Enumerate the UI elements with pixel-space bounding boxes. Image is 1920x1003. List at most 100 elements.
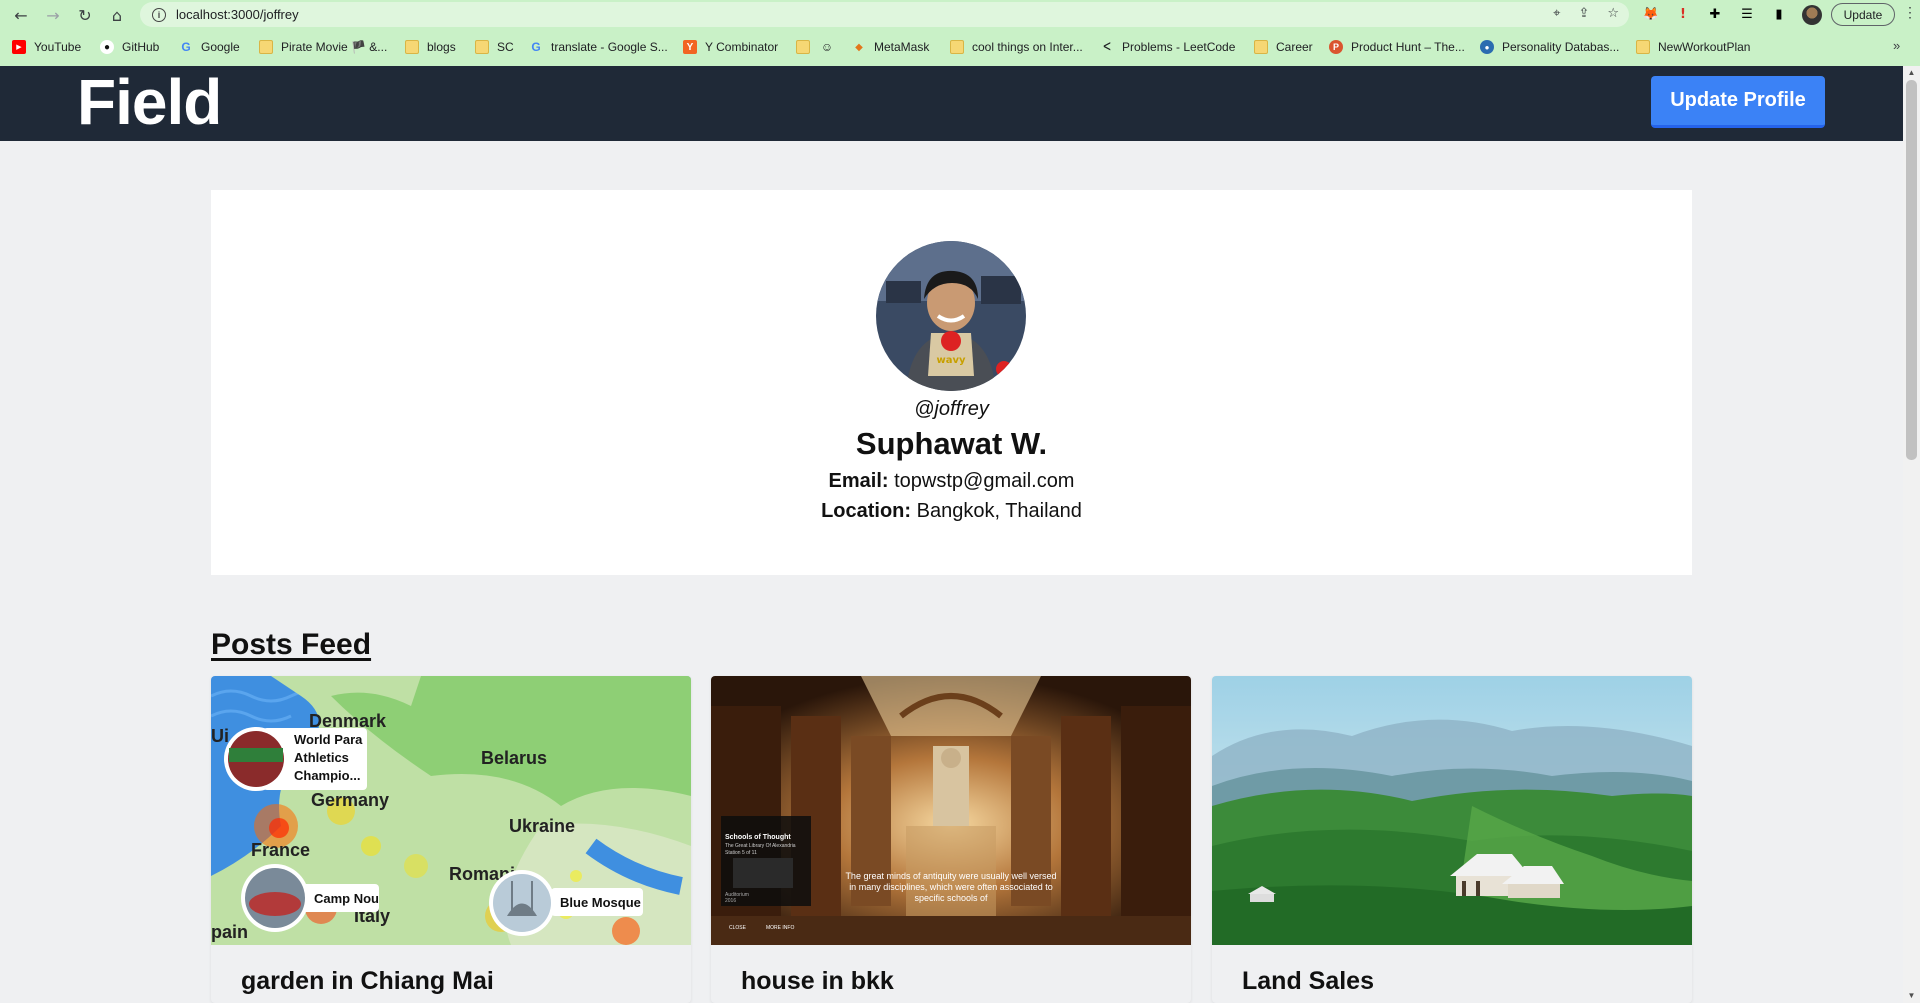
youtube-icon: ▶ <box>12 40 26 54</box>
bookmark-item[interactable] <box>796 36 818 58</box>
profile-location: Bangkok, Thailand <box>916 500 1082 522</box>
smiley-icon: ☺ <box>820 40 834 54</box>
overlay-sub1: The Great Library Of Alexandria <box>725 843 796 849</box>
profile-avatar-icon[interactable] <box>1802 5 1822 25</box>
folder-icon <box>259 40 273 54</box>
map-pin-label: Camp Nou <box>314 891 379 906</box>
post-card[interactable]: Schools of Thought The Great Library Of … <box>711 676 1191 1003</box>
bookmark-item[interactable]: SC <box>475 36 514 58</box>
bookmark-item[interactable]: ◆ MetaMask <box>852 36 929 58</box>
github-icon: ● <box>100 40 114 54</box>
profile-location-line: Location: Bangkok, Thailand <box>211 500 1692 523</box>
bookmark-item[interactable]: G Google <box>179 36 239 58</box>
bookmark-item[interactable]: NewWorkoutPlan <box>1636 36 1750 58</box>
browser-update-button[interactable]: Update <box>1831 3 1895 26</box>
browser-chrome: ← → ↻ ⌂ i localhost:3000/joffrey ⌖ ⇪ ☆ 🦊… <box>0 0 1920 66</box>
folder-icon <box>796 40 810 54</box>
menu-kebab-icon[interactable]: ⋮ <box>1903 4 1917 21</box>
map-pin-label: Blue Mosque <box>560 895 641 910</box>
extensions-puzzle-icon[interactable]: ✚ <box>1706 5 1724 23</box>
address-bar[interactable]: i localhost:3000/joffrey ⌖ ⇪ ☆ <box>140 2 1629 27</box>
overlay-more: MORE INFO <box>766 925 794 931</box>
folder-icon <box>950 40 964 54</box>
bookmark-item[interactable]: Gtranslate - Google S... <box>529 36 667 58</box>
scroll-down-arrow-icon[interactable]: ▼ <box>1906 991 1917 1001</box>
email-label: Email: <box>828 470 889 492</box>
profile-card: wavy @joffrey Suphawat W. Email: topwstp… <box>211 190 1692 575</box>
url-text: localhost:3000/joffrey <box>176 7 299 22</box>
app-logo[interactable]: Field <box>77 66 222 138</box>
bookmark-star-icon[interactable]: ☆ <box>1607 6 1619 21</box>
overlay-close: CLOSE <box>729 925 747 931</box>
post-image-library: Schools of Thought The Great Library Of … <box>711 676 1191 945</box>
folder-icon <box>405 40 419 54</box>
location-label: Location: <box>821 500 912 522</box>
svg-text:wavy: wavy <box>936 355 966 366</box>
profile-email-line: Email: topwstp@gmail.com <box>211 470 1692 493</box>
profile-avatar: wavy <box>876 241 1026 391</box>
overlay-heading: Schools of Thought <box>725 834 791 841</box>
bookmark-item[interactable]: ᐸ Problems - LeetCode <box>1100 36 1235 58</box>
bookmark-item[interactable]: cool things on Inter... <box>950 36 1083 58</box>
post-image-map: Denmark Belarus Germany Ukraine France R… <box>211 676 691 945</box>
map-label-france: France <box>251 840 310 860</box>
post-image-landscape <box>1212 676 1692 945</box>
map-label-spain: pain <box>211 922 248 942</box>
overlay-caption: The great minds of antiquity were usuall… <box>845 871 1057 903</box>
app-header: Field Update Profile <box>0 66 1903 141</box>
post-card[interactable]: Land Sales <box>1212 676 1692 1003</box>
profile-email: topwstp@gmail.com <box>894 470 1075 492</box>
metamask-extension-icon[interactable]: 🦊 <box>1642 5 1660 23</box>
reading-list-icon[interactable]: ☰ <box>1738 5 1756 23</box>
google-icon: G <box>531 40 541 54</box>
post-card[interactable]: Denmark Belarus Germany Ukraine France R… <box>211 676 691 1003</box>
bookmark-item[interactable]: YY Combinator <box>683 36 778 58</box>
share-icon[interactable]: ⇪ <box>1578 6 1589 21</box>
bookmark-item[interactable]: ● GitHub <box>100 36 159 58</box>
personality-db-icon: ● <box>1480 40 1494 54</box>
map-pin-world-para: World Para Athletics Champio... <box>224 727 367 791</box>
profile-full-name: Suphawat W. <box>855 426 1048 461</box>
folder-icon <box>1636 40 1650 54</box>
bookmark-item[interactable]: ● Personality Databas... <box>1480 36 1619 58</box>
bookmark-item[interactable]: Pirate Movie 🏴 &... <box>259 36 387 58</box>
ycombinator-icon: Y <box>683 40 697 54</box>
folder-icon <box>475 40 489 54</box>
home-icon[interactable]: ⌂ <box>106 4 128 26</box>
bookmark-item[interactable]: blogs <box>405 36 456 58</box>
map-pin-label: World Para <box>294 732 363 747</box>
profile-username: @joffrey <box>914 398 989 420</box>
bookmark-item[interactable]: Career <box>1254 36 1313 58</box>
map-label-ukraine: Ukraine <box>509 816 575 836</box>
reload-icon[interactable]: ↻ <box>74 4 96 26</box>
location-pin-icon[interactable]: ⌖ <box>1553 6 1560 21</box>
producthunt-icon: P <box>1329 40 1343 54</box>
overlay-sub2: Station 5 of 11 <box>725 850 757 856</box>
bookmark-item[interactable]: ☺ <box>820 36 842 58</box>
bookmark-item[interactable]: ▶ YouTube <box>12 36 81 58</box>
svg-text:Champio...: Champio... <box>294 768 360 783</box>
map-label-germany: Germany <box>311 790 389 810</box>
svg-text:Athletics: Athletics <box>294 750 349 765</box>
browser-toolbar: ← → ↻ ⌂ i localhost:3000/joffrey ⌖ ⇪ ☆ 🦊… <box>0 0 1920 29</box>
posts-feed-title: Posts Feed <box>211 628 372 661</box>
bookmarks-overflow-icon[interactable]: » <box>1893 38 1900 53</box>
post-title[interactable]: garden in Chiang Mai <box>241 967 494 996</box>
back-arrow-icon[interactable]: ← <box>10 4 32 26</box>
map-label-belarus: Belarus <box>481 748 547 768</box>
metamask-icon: ◆ <box>855 41 863 53</box>
forward-arrow-icon[interactable]: → <box>42 4 64 26</box>
scroll-up-arrow-icon[interactable]: ▲ <box>1906 68 1917 78</box>
leetcode-icon: ᐸ <box>1103 41 1111 53</box>
bookmarks-bar: ▶ YouTube ● GitHub G Google Pirate Movie 🏴 … <box>0 36 1920 58</box>
post-title[interactable]: house in bkk <box>741 967 894 996</box>
post-title[interactable]: Land Sales <box>1242 967 1374 996</box>
alert-extension-icon[interactable]: ! <box>1674 5 1692 23</box>
google-icon: G <box>181 40 191 54</box>
update-profile-button[interactable]: Update Profile <box>1651 76 1825 128</box>
scrollbar-thumb[interactable] <box>1906 80 1917 460</box>
folder-icon <box>1254 40 1268 54</box>
bookmark-item[interactable]: P Product Hunt – The... <box>1329 36 1465 58</box>
side-panel-icon[interactable]: ▮ <box>1770 5 1788 23</box>
site-info-icon[interactable]: i <box>152 7 166 22</box>
